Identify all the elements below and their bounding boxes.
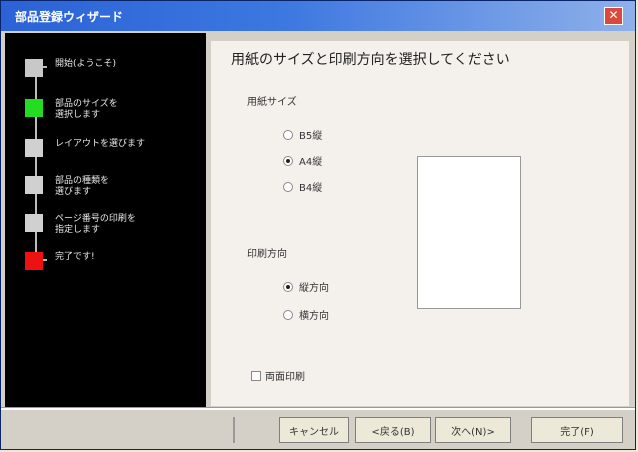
radio-label: 横方向: [299, 311, 329, 322]
next-button[interactable]: 次へ(N)>: [435, 417, 511, 443]
paper-preview: [417, 156, 521, 309]
radio-orientation-portrait[interactable]: 縦方向: [283, 279, 329, 294]
close-button[interactable]: ✕: [604, 7, 623, 25]
radio-size-a4[interactable]: A4縦: [283, 153, 322, 168]
step-label: 部品のサイズを 選択します: [55, 99, 118, 120]
radio-size-b4[interactable]: B4縦: [283, 179, 322, 194]
step-indicator: [25, 214, 43, 232]
radio-label: A4縦: [299, 157, 323, 168]
step-label: 部品の種類を 選びます: [55, 176, 110, 197]
footer-divider: [1, 407, 635, 410]
radio-indicator: [283, 309, 293, 320]
radio-label: B5縦: [299, 131, 323, 142]
finish-button[interactable]: 完了(F): [531, 417, 623, 443]
radio-indicator: [283, 181, 293, 192]
step-label: ページ番号の印刷を 指定します: [55, 214, 136, 235]
window-title: 部品登録ウィザード: [15, 9, 124, 24]
radio-indicator: [283, 129, 293, 140]
step-item-welcome: 開始(ようこそ): [25, 59, 185, 79]
step-item-size: 部品のサイズを 選択します: [25, 99, 185, 120]
step-item-type: 部品の種類を 選びます: [25, 176, 185, 197]
orientation-label: 印刷方向: [247, 249, 287, 260]
next-button-label: 次へ(N)>: [451, 426, 495, 438]
back-button[interactable]: <戻る(B): [355, 417, 431, 443]
title-bar[interactable]: 部品登録ウィザード ✕: [1, 1, 635, 31]
wizard-window: 部品登録ウィザード ✕ 開始(ようこそ) 部品のサイズを 選択します レイアウト…: [0, 0, 636, 450]
close-icon: ✕: [608, 8, 619, 22]
step-label: 開始(ようこそ): [55, 59, 117, 69]
step-indicator: [25, 59, 43, 77]
checkbox-indicator: [251, 370, 261, 381]
step-indicator: [25, 99, 43, 117]
step-item-finish: 完了です!: [25, 252, 185, 272]
checkbox-label: 両面印刷: [265, 372, 305, 383]
cancel-button[interactable]: キャンセル: [279, 417, 349, 443]
radio-orientation-landscape[interactable]: 横方向: [283, 307, 329, 322]
step-label: 完了です!: [55, 252, 95, 262]
step-indicator: [25, 139, 43, 157]
step-indicator: [25, 176, 43, 194]
step-label: レイアウトを選びます: [55, 139, 146, 149]
radio-indicator: [283, 281, 293, 292]
page-title: 用紙のサイズと印刷方向を選択してください: [231, 52, 510, 68]
radio-label: B4縦: [299, 183, 323, 194]
back-button-label: <戻る(B): [371, 426, 415, 438]
paper-size-label: 用紙サイズ: [247, 97, 297, 108]
radio-size-b5[interactable]: B5縦: [283, 127, 322, 142]
footer-separator: [233, 417, 235, 443]
step-panel: 開始(ようこそ) 部品のサイズを 選択します レイアウトを選びます 部品の種類を…: [5, 33, 206, 407]
content-panel: 用紙のサイズと印刷方向を選択してください 用紙サイズ B5縦 A4縦 B4縦 印…: [211, 41, 629, 406]
radio-indicator: [283, 155, 293, 166]
radio-label: 縦方向: [299, 283, 329, 294]
duplex-checkbox[interactable]: 両面印刷: [251, 368, 305, 383]
step-indicator: [25, 252, 43, 270]
finish-button-label: 完了(F): [560, 426, 594, 438]
cancel-button-label: キャンセル: [289, 426, 339, 438]
step-item-layout: レイアウトを選びます: [25, 139, 185, 159]
step-item-page-number: ページ番号の印刷を 指定します: [25, 214, 185, 235]
